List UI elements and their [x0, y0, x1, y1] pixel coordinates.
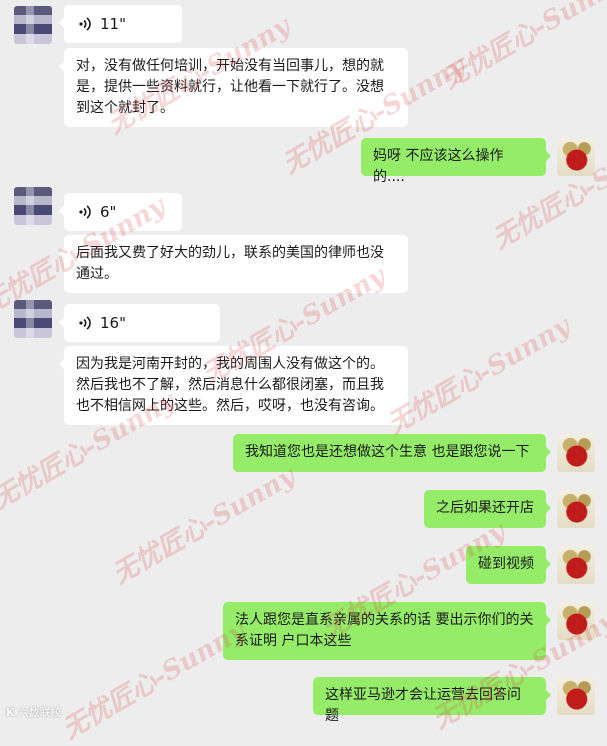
contact-avatar[interactable]: [14, 300, 52, 338]
watermark: 无忧匠心-Sunny: [57, 616, 251, 746]
my-avatar[interactable]: [557, 546, 595, 584]
message-text: 我知道您也是还想做这个生意 也是跟您说一下: [245, 444, 530, 460]
text-message[interactable]: 对，没有做任何培训，开始没有当回事儿，想的就是，提供一些资料就行，让他看一下就行…: [59, 48, 408, 127]
my-avatar[interactable]: [557, 138, 595, 176]
my-avatar[interactable]: [557, 490, 595, 528]
voice-duration: 6": [100, 202, 117, 221]
my-avatar[interactable]: [557, 434, 595, 472]
message-text: 法人跟您是直系亲属的关系的话 要出示你们的关系证明 户口本这些: [235, 612, 534, 649]
voice-duration: 16": [100, 313, 126, 332]
voice-message[interactable]: 11": [59, 5, 182, 43]
message-text: 因为我是河南开封的，我的周围人没有做这个的。然后我也不了解，然后消息什么都很闭塞…: [76, 356, 384, 414]
text-message[interactable]: 法人跟您是直系亲属的关系的话 要出示你们的关系证明 户口本这些: [223, 602, 551, 660]
watermark: 无忧匠心-Sunny: [382, 311, 576, 441]
voice-message[interactable]: 16": [59, 304, 220, 342]
contact-avatar[interactable]: [14, 6, 52, 44]
watermark: 无忧匠心-Sunny: [107, 461, 301, 591]
message-text: 碰到视频: [478, 556, 534, 572]
message-text: 妈呀 不应该这么操作的....: [373, 148, 504, 185]
message-text: 对，没有做任何培训，开始没有当回事儿，想的就是，提供一些资料就行，让他看一下就行…: [76, 58, 384, 116]
text-message[interactable]: 后面我又费了好大的劲儿，联系的美国的律师也没通过。: [59, 235, 408, 293]
message-text: 后面我又费了好大的劲儿，联系的美国的律师也没通过。: [76, 245, 384, 282]
corner-logo: K 六数联校: [6, 704, 62, 720]
text-message[interactable]: 之后如果还开店: [424, 490, 551, 528]
text-message[interactable]: 我知道您也是还想做这个生意 也是跟您说一下: [233, 434, 551, 472]
voice-message[interactable]: 6": [59, 193, 182, 231]
voice-wave-icon: [79, 17, 91, 31]
message-text: 这样亚马逊才会让运营去回答问题: [325, 687, 521, 724]
voice-duration: 11": [100, 14, 126, 33]
text-message[interactable]: 这样亚马逊才会让运营去回答问题: [313, 677, 551, 724]
text-message[interactable]: 因为我是河南开封的，我的周围人没有做这个的。然后我也不了解，然后消息什么都很闭塞…: [59, 346, 408, 425]
my-avatar[interactable]: [557, 602, 595, 640]
text-message[interactable]: 碰到视频: [466, 546, 551, 584]
logo-text: 六数联校: [17, 706, 62, 719]
contact-avatar[interactable]: [14, 187, 52, 225]
logo-mark: K: [6, 705, 15, 719]
voice-wave-icon: [79, 205, 91, 219]
voice-wave-icon: [79, 316, 91, 330]
text-message[interactable]: 妈呀 不应该这么操作的....: [361, 138, 551, 185]
message-text: 之后如果还开店: [436, 500, 534, 516]
watermark: 无忧匠心-Sunny: [437, 0, 607, 96]
my-avatar[interactable]: [557, 677, 595, 715]
